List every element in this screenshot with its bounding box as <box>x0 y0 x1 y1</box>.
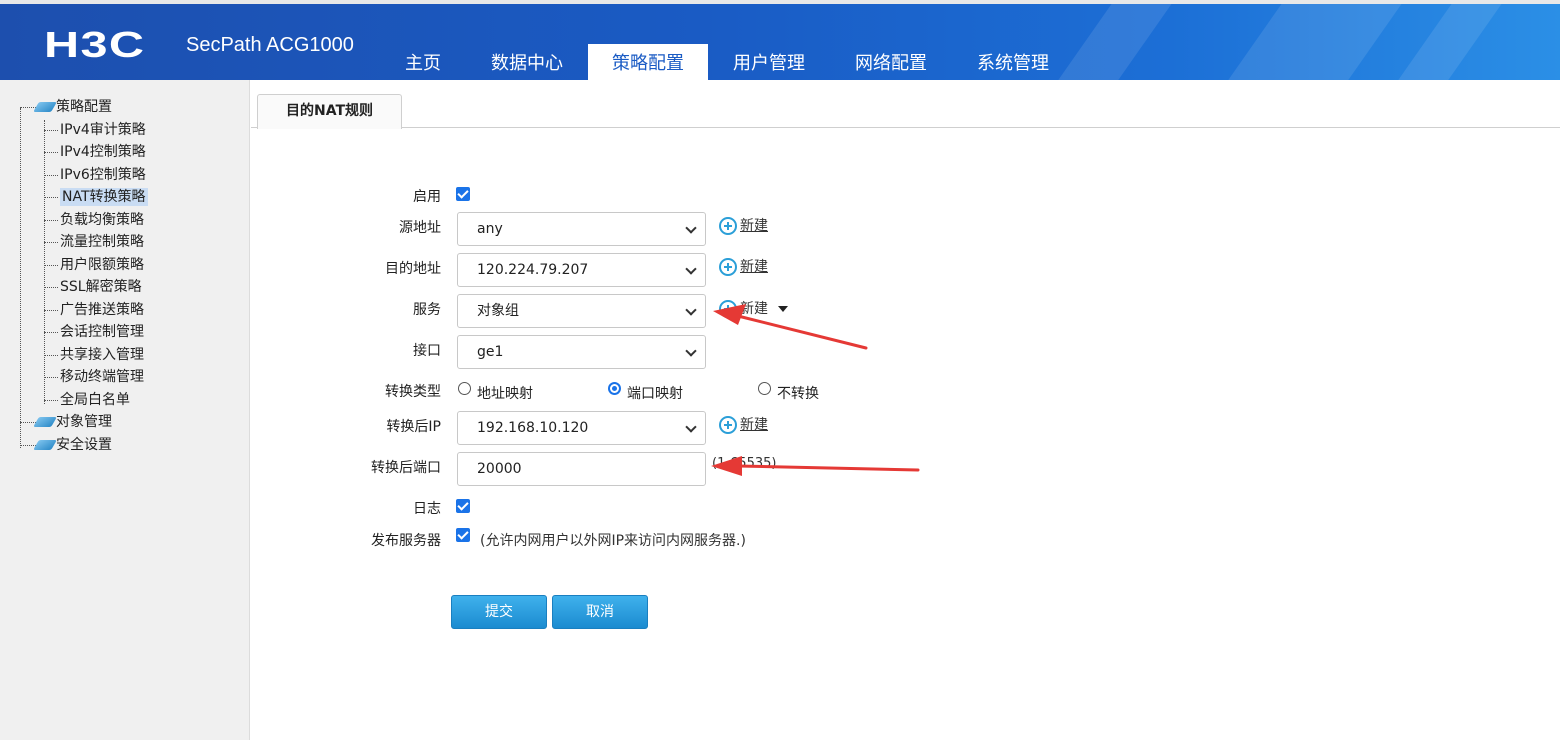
chevron-down-icon <box>685 421 697 433</box>
folder-icon <box>33 102 57 112</box>
h3c-logo: H3C <box>44 24 146 65</box>
tab-user-management[interactable]: 用户管理 <box>708 44 830 80</box>
sidebar-item-ipv4-control[interactable]: IPv4控制策略 <box>16 141 148 164</box>
sidebar-item-session-control[interactable]: 会话控制管理 <box>16 321 148 344</box>
sidebar-item-traffic-control[interactable]: 流量控制策略 <box>16 231 148 254</box>
source-address-select[interactable]: any <box>457 212 706 246</box>
tree-connector-line <box>44 120 45 404</box>
sidebar-item-user-quota[interactable]: 用户限额策略 <box>16 254 148 277</box>
sidebar-item-global-whitelist[interactable]: 全局白名单 <box>16 389 148 412</box>
sidebar-item-load-balance[interactable]: 负载均衡策略 <box>16 209 148 232</box>
top-header: H3C SecPath ACG1000 主页 数据中心 策略配置 用户管理 网络… <box>0 0 1560 80</box>
tab-system-management[interactable]: 系统管理 <box>952 44 1074 80</box>
radio-port-mapping-label: 端口映射 <box>627 386 683 402</box>
content-tab-bar: 目的NAT规则 <box>251 92 1560 129</box>
sidebar-item-nat[interactable]: NAT转换策略 <box>16 186 148 209</box>
trans-ip-new-link[interactable]: 新建 <box>719 415 768 435</box>
dest-nat-form: 启用 源地址 any 新建 目的地址 120.224.79.207 新建 服务 … <box>251 128 1560 740</box>
plus-circle-icon <box>719 258 737 276</box>
header-decor-stripe <box>1381 4 1509 80</box>
enable-label: 启用 <box>413 189 441 205</box>
trans-ip-label: 转换后IP <box>386 419 441 435</box>
dest-address-label: 目的地址 <box>385 261 441 277</box>
trans-port-input[interactable]: 20000 <box>457 452 706 486</box>
sidebar-item-ipv4-audit[interactable]: IPv4审计策略 <box>16 119 148 142</box>
chevron-down-icon <box>685 345 697 357</box>
tree-root-security-settings[interactable]: 安全设置 <box>16 434 148 457</box>
sidebar-item-shared-access[interactable]: 共享接入管理 <box>16 344 148 367</box>
source-new-link[interactable]: 新建 <box>719 216 768 236</box>
tree-connector-line <box>20 108 21 448</box>
sidebar-item-ssl-decrypt[interactable]: SSL解密策略 <box>16 276 148 299</box>
trans-port-range-hint: (1-65535) <box>712 456 777 471</box>
caret-down-icon[interactable] <box>778 306 788 312</box>
dest-new-link[interactable]: 新建 <box>719 257 768 277</box>
chevron-down-icon <box>685 304 697 316</box>
interface-label: 接口 <box>413 343 441 359</box>
tree-root-policy-config[interactable]: 策略配置 <box>16 96 148 119</box>
folder-icon <box>33 417 57 427</box>
service-label: 服务 <box>413 302 441 318</box>
plus-circle-icon <box>719 217 737 235</box>
service-select[interactable]: 对象组 <box>457 294 706 328</box>
publish-server-label: 发布服务器 <box>371 533 441 549</box>
log-checkbox[interactable] <box>456 499 470 513</box>
radio-address-mapping-label: 地址映射 <box>477 386 533 402</box>
trans-type-label: 转换类型 <box>385 384 441 400</box>
radio-no-translation-label: 不转换 <box>777 386 819 402</box>
sidebar-item-mobile-terminal[interactable]: 移动终端管理 <box>16 366 148 389</box>
dest-address-select[interactable]: 120.224.79.207 <box>457 253 706 287</box>
source-address-label: 源地址 <box>399 220 441 236</box>
folder-icon <box>33 439 57 450</box>
sidebar-tree-panel: 策略配置 IPv4审计策略 IPv4控制策略 IPv6控制策略 NAT转换策略 … <box>0 80 250 740</box>
publish-server-hint: (允许内网用户以外网IP来访问内网服务器.) <box>480 533 746 549</box>
trans-port-label: 转换后端口 <box>371 460 441 476</box>
tree-root-object-management[interactable]: 对象管理 <box>16 411 148 434</box>
sidebar-item-ad-push[interactable]: 广告推送策略 <box>16 299 148 322</box>
chevron-down-icon <box>685 263 697 275</box>
interface-select[interactable]: ge1 <box>457 335 706 369</box>
enable-checkbox[interactable] <box>456 187 470 201</box>
cancel-button[interactable]: 取消 <box>552 595 648 629</box>
log-label: 日志 <box>413 501 441 517</box>
header-decor-stripe <box>1211 4 1409 80</box>
product-name: SecPath ACG1000 <box>186 34 354 56</box>
chevron-down-icon <box>685 222 697 234</box>
publish-server-checkbox[interactable] <box>456 528 470 542</box>
sidebar-item-ipv6-control[interactable]: IPv6控制策略 <box>16 164 148 187</box>
tab-dest-nat-rule[interactable]: 目的NAT规则 <box>257 94 402 129</box>
nav-tree: 策略配置 IPv4审计策略 IPv4控制策略 IPv6控制策略 NAT转换策略 … <box>16 96 148 456</box>
tab-home[interactable]: 主页 <box>380 44 466 80</box>
main-nav: 主页 数据中心 策略配置 用户管理 网络配置 系统管理 <box>380 44 1074 80</box>
tab-network-config[interactable]: 网络配置 <box>830 44 952 80</box>
radio-address-mapping[interactable] <box>458 382 471 395</box>
plus-circle-icon <box>719 416 737 434</box>
plus-circle-icon <box>719 300 737 318</box>
tab-policy-config[interactable]: 策略配置 <box>588 44 708 80</box>
tab-data-center[interactable]: 数据中心 <box>466 44 588 80</box>
trans-ip-select[interactable]: 192.168.10.120 <box>457 411 706 445</box>
radio-port-mapping[interactable] <box>608 382 621 395</box>
submit-button[interactable]: 提交 <box>451 595 547 629</box>
radio-no-translation[interactable] <box>758 382 771 395</box>
service-new-link[interactable]: 新建 <box>719 299 788 319</box>
